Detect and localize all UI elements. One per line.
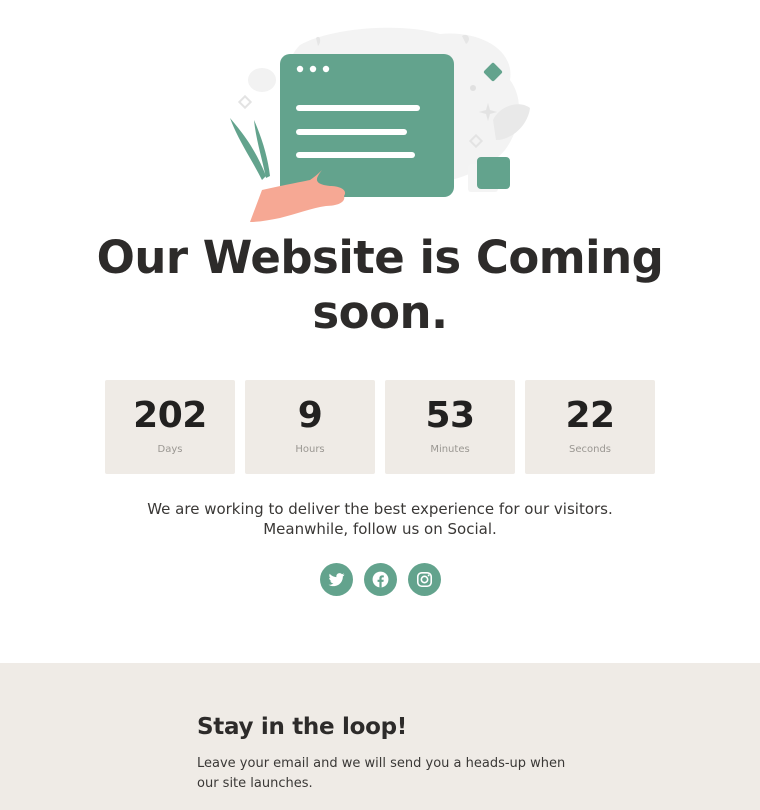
countdown-value: 22	[565, 395, 615, 436]
newsletter-heading: Stay in the loop!	[197, 714, 407, 740]
countdown-label: Days	[157, 444, 183, 455]
countdown-label: Seconds	[568, 444, 611, 455]
countdown-value: 53	[425, 395, 475, 436]
newsletter-description: Leave your email and we will send you a …	[197, 756, 566, 791]
countdown-value: 9	[297, 395, 323, 436]
countdown-value: 202	[133, 395, 207, 436]
intro-message: We are working to deliver the best exper…	[147, 500, 613, 538]
countdown-days: 202 Days	[105, 380, 235, 474]
countdown-label: Minutes	[430, 444, 470, 455]
facebook-link[interactable]	[363, 563, 397, 596]
countdown-minutes: 53 Minutes	[385, 380, 515, 474]
hero-illustration	[0, 0, 760, 235]
countdown-seconds: 22 Seconds	[525, 380, 655, 474]
facebook-icon	[372, 571, 388, 588]
twitter-link[interactable]	[319, 563, 353, 596]
instagram-link[interactable]	[407, 563, 441, 596]
instagram-icon	[416, 571, 432, 588]
countdown-hours: 9 Hours	[245, 380, 375, 474]
countdown-timer: 202 Days 9 Hours 53 Minutes 22 Seconds	[105, 380, 655, 474]
twitter-icon	[328, 573, 344, 587]
coming-soon-page: Our Website is Coming soon. 202 Days 9 H…	[0, 0, 760, 810]
page-title: Our Website is Coming soon.	[96, 231, 664, 339]
countdown-label: Hours	[295, 444, 325, 455]
newsletter-section: Stay in the loop! Leave your email and w…	[0, 663, 760, 810]
social-links	[0, 563, 760, 596]
browser-window-illustration	[230, 27, 530, 222]
